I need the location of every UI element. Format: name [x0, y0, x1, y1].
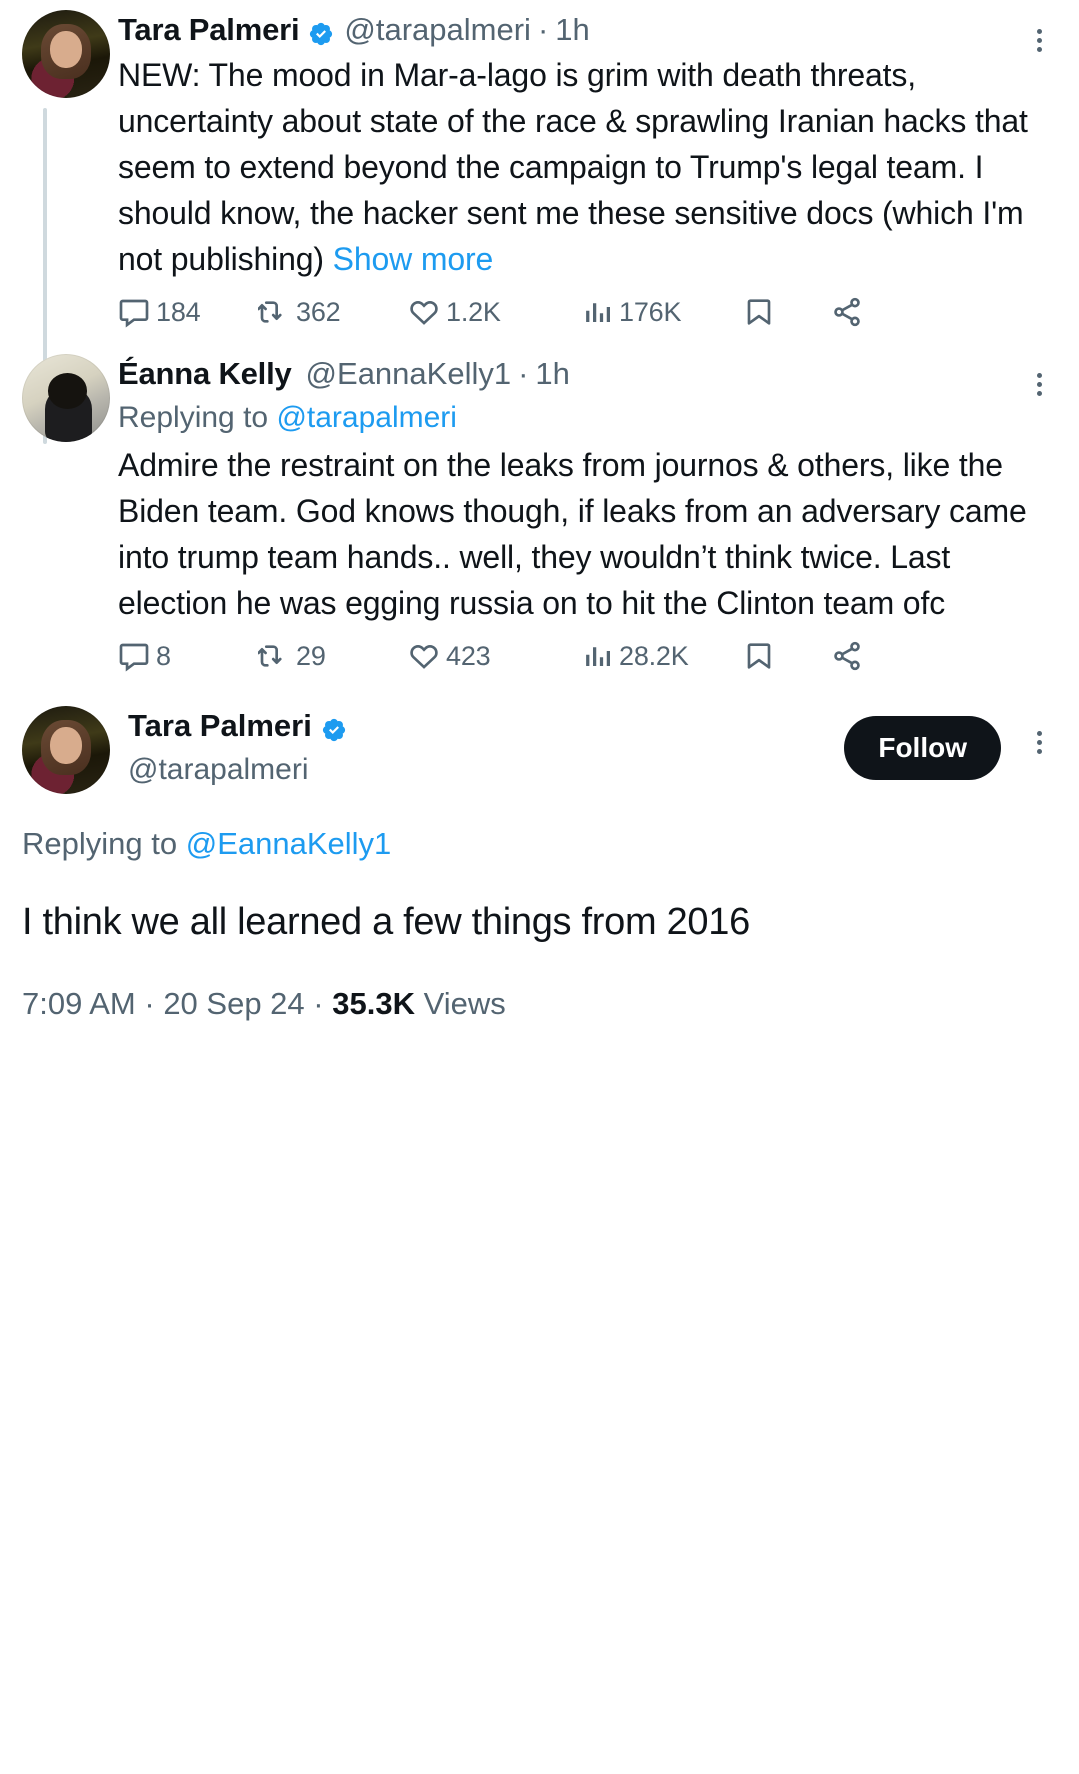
- replying-to-label: Replying to: [118, 401, 277, 434]
- author-name[interactable]: Tara Palmeri: [118, 10, 300, 50]
- replying-to-handle[interactable]: @tarapalmeri: [276, 401, 457, 434]
- reply-count: 8: [156, 640, 171, 671]
- avatar-ring: [22, 10, 110, 98]
- views-count: 176K: [619, 296, 682, 327]
- meta-separator-1: ·: [135, 986, 164, 1021]
- tweet-text: NEW: The mood in Mar-a-lago is grim with…: [118, 52, 1057, 282]
- show-more-link[interactable]: Show more: [333, 241, 494, 277]
- author-handle[interactable]: @tarapalmeri: [128, 748, 844, 792]
- replying-to: Replying to @tarapalmeri: [118, 396, 1057, 440]
- more-options-icon[interactable]: [1021, 366, 1057, 402]
- like-count: 1.2K: [446, 296, 501, 327]
- reply-button[interactable]: 8: [118, 640, 258, 672]
- tweet-time: 7:09 AM: [22, 986, 136, 1021]
- tweet-thread: Tara Palmeri @tarapalmeri · 1h NEW: The …: [0, 0, 1079, 1026]
- tweet-item-3[interactable]: Tara Palmeri @tarapalmeri Follow Replyin…: [0, 688, 1079, 1026]
- author-name-row: Tara Palmeri: [128, 706, 844, 746]
- more-options-icon[interactable]: [1021, 22, 1057, 58]
- reply-count: 184: [156, 296, 201, 327]
- verified-badge-icon: [321, 713, 347, 742]
- views-count: 35.3K: [332, 986, 415, 1021]
- share-button[interactable]: [831, 640, 863, 672]
- avatar[interactable]: [22, 10, 110, 98]
- reply-icon: [118, 296, 150, 328]
- header-separator: ·: [537, 12, 549, 47]
- author-identity: Tara Palmeri @tarapalmeri: [128, 706, 844, 792]
- repost-count: 362: [296, 296, 341, 327]
- verified-badge-icon: [308, 17, 334, 46]
- bookmark-icon: [743, 640, 775, 672]
- repost-button[interactable]: 29: [258, 640, 408, 672]
- repost-button[interactable]: 362: [258, 296, 408, 328]
- like-icon: [408, 296, 440, 328]
- repost-icon: [258, 296, 290, 328]
- more-options-icon[interactable]: [1021, 724, 1057, 760]
- share-icon: [831, 640, 863, 672]
- author-handle[interactable]: @EannaKelly1: [306, 354, 512, 394]
- tweet-header: Éanna Kelly @EannaKelly1 · 1h: [118, 354, 1057, 394]
- share-icon: [831, 296, 863, 328]
- author-name[interactable]: Tara Palmeri: [128, 706, 312, 746]
- replying-to: Replying to @EannaKelly1: [22, 820, 1057, 868]
- bookmark-button[interactable]: [743, 640, 831, 672]
- tweet-text: I think we all learned a few things from…: [22, 901, 750, 943]
- tweet-body: Tara Palmeri @tarapalmeri · 1h NEW: The …: [118, 10, 1063, 344]
- focused-tweet-header: Tara Palmeri @tarapalmeri Follow: [22, 706, 1057, 794]
- author-handle[interactable]: @tarapalmeri: [344, 10, 531, 50]
- views-icon: [583, 297, 613, 327]
- avatar-ring: [22, 354, 110, 442]
- views-count: 28.2K: [619, 640, 689, 671]
- like-button[interactable]: 423: [408, 640, 583, 672]
- replying-to-label: Replying to: [22, 826, 186, 861]
- repost-icon: [258, 640, 290, 672]
- reply-button[interactable]: 184: [118, 296, 258, 328]
- tweet-actions: 184 362 1.2K 176K: [118, 296, 1057, 344]
- tweet-body: Éanna Kelly @EannaKelly1 · 1h Replying t…: [118, 354, 1063, 688]
- follow-button[interactable]: Follow: [844, 716, 1001, 780]
- replying-to-handle[interactable]: @EannaKelly1: [186, 826, 392, 861]
- tweet-item-1[interactable]: Tara Palmeri @tarapalmeri · 1h NEW: The …: [0, 0, 1079, 356]
- tweet-meta: 7:09 AM · 20 Sep 24 · 35.3K Views: [22, 982, 1057, 1026]
- views-button[interactable]: 28.2K: [583, 641, 743, 672]
- tweet-gutter: [22, 10, 118, 344]
- views-icon: [583, 641, 613, 671]
- bookmark-icon: [743, 296, 775, 328]
- avatar-ring: [22, 706, 110, 794]
- header-separator: ·: [518, 356, 529, 391]
- reply-icon: [118, 640, 150, 672]
- views-button[interactable]: 176K: [583, 297, 743, 328]
- tweet-date: 20 Sep 24: [163, 986, 305, 1021]
- tweet-item-2[interactable]: Éanna Kelly @EannaKelly1 · 1h Replying t…: [0, 330, 1079, 688]
- like-count: 423: [446, 640, 491, 671]
- tweet-text-content: NEW: The mood in Mar-a-lago is grim with…: [118, 57, 1037, 277]
- avatar[interactable]: [22, 706, 110, 794]
- tweet-text: Admire the restraint on the leaks from j…: [118, 447, 1036, 621]
- views-label: Views: [414, 986, 506, 1021]
- meta-separator-2: ·: [304, 986, 333, 1021]
- tweet-timestamp[interactable]: 1h: [555, 10, 589, 50]
- tweet-gutter: [22, 354, 118, 688]
- like-button[interactable]: 1.2K: [408, 296, 583, 328]
- share-button[interactable]: [831, 296, 863, 328]
- like-icon: [408, 640, 440, 672]
- tweet-actions: 8 29 423 28.2K: [118, 640, 1057, 688]
- avatar[interactable]: [22, 354, 110, 442]
- bookmark-button[interactable]: [743, 296, 831, 328]
- tweet-timestamp[interactable]: 1h: [535, 354, 569, 394]
- tweet-header: Tara Palmeri @tarapalmeri · 1h: [118, 10, 1057, 50]
- repost-count: 29: [296, 640, 326, 671]
- author-name[interactable]: Éanna Kelly: [118, 354, 292, 394]
